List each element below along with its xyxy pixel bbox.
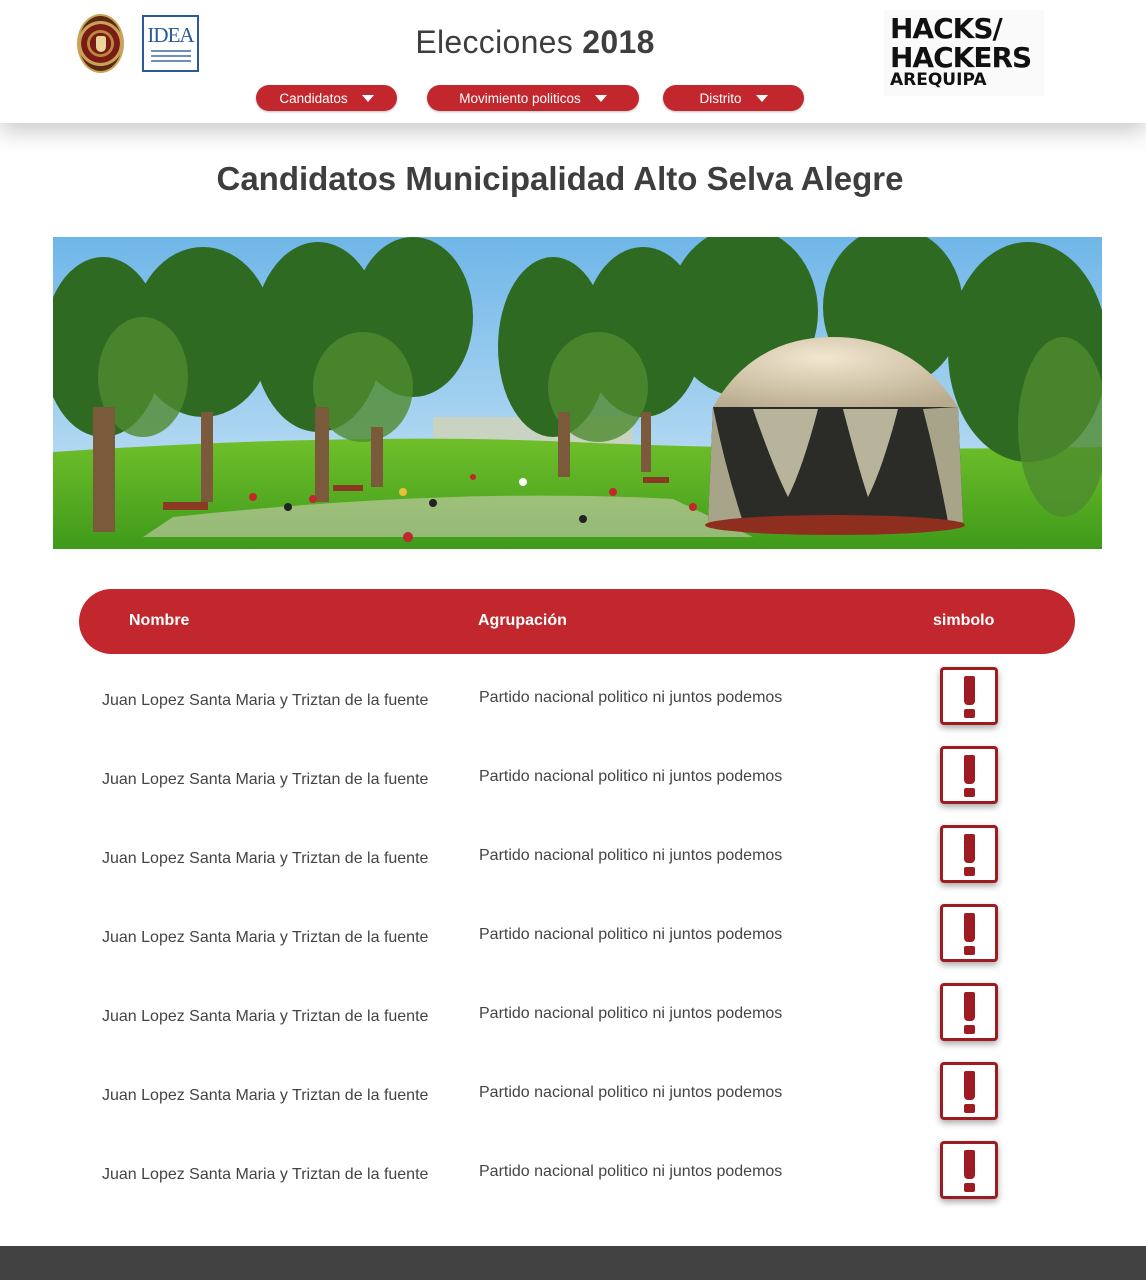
candidate-group: Partido nacional politico ni juntos pode… (479, 768, 783, 785)
column-header-agrupacion[interactable]: Agrupación (478, 612, 567, 630)
nav-dropdown-label: Distrito (699, 90, 742, 106)
candidate-name: Juan Lopez Santa Maria y Triztan de la f… (102, 1008, 429, 1025)
candidate-group: Partido nacional politico ni juntos pode… (479, 926, 783, 943)
exclamation-icon[interactable] (940, 1141, 998, 1199)
site-title: Elecciones 2018 (360, 24, 710, 61)
caret-down-icon (755, 94, 768, 102)
candidate-name: Juan Lopez Santa Maria y Triztan de la f… (102, 929, 429, 946)
candidate-group: Partido nacional politico ni juntos pode… (479, 689, 783, 706)
table-row[interactable]: Juan Lopez Santa Maria y Triztan de la f… (79, 659, 1075, 738)
candidate-group: Partido nacional politico ni juntos pode… (479, 1084, 783, 1101)
site-footer (0, 1246, 1146, 1280)
nav-dropdown-distrito[interactable]: Distrito (663, 85, 804, 111)
nav-dropdown-movimiento[interactable]: Movimiento politicos (427, 85, 639, 111)
idea-logo[interactable]: IDEA (142, 15, 199, 72)
table-row[interactable]: Juan Lopez Santa Maria y Triztan de la f… (79, 817, 1075, 896)
nav-dropdown-label: Movimiento politicos (459, 90, 581, 106)
nav-dropdown-label: Candidatos (279, 90, 348, 106)
caret-down-icon (361, 94, 374, 102)
candidate-name: Juan Lopez Santa Maria y Triztan de la f… (102, 692, 429, 709)
site-header: IDEA Elecciones 2018 Candidatos Movimien… (0, 0, 1146, 123)
page-title: Candidatos Municipalidad Alto Selva Aleg… (216, 160, 904, 197)
table-row[interactable]: Juan Lopez Santa Maria y Triztan de la f… (79, 738, 1075, 817)
candidate-name: Juan Lopez Santa Maria y Triztan de la f… (102, 1087, 429, 1104)
site-title-year: 2018 (582, 24, 655, 60)
hacks-hackers-logo[interactable]: HACKS/ HACKERS AREQUIPA (884, 10, 1044, 96)
exclamation-icon[interactable] (940, 1062, 998, 1120)
exclamation-icon[interactable] (940, 667, 998, 725)
column-header-simbolo[interactable]: simbolo (933, 612, 994, 630)
candidate-name: Juan Lopez Santa Maria y Triztan de la f… (102, 1166, 429, 1183)
candidate-name: Juan Lopez Santa Maria y Triztan de la f… (102, 771, 429, 788)
table-row[interactable]: Juan Lopez Santa Maria y Triztan de la f… (79, 975, 1075, 1054)
exclamation-icon[interactable] (940, 746, 998, 804)
column-header-nombre[interactable]: Nombre (129, 612, 189, 630)
park-illustration (53, 237, 1102, 549)
park-banner-image (53, 237, 1102, 549)
table-row[interactable]: Juan Lopez Santa Maria y Triztan de la f… (79, 1133, 1075, 1212)
table-row[interactable]: Juan Lopez Santa Maria y Triztan de la f… (79, 896, 1075, 975)
idea-logo-lines (150, 47, 191, 62)
nav-dropdown-candidatos[interactable]: Candidatos (256, 85, 397, 111)
candidate-group: Partido nacional politico ni juntos pode… (479, 847, 783, 864)
exclamation-icon[interactable] (940, 904, 998, 962)
hh-logo-line-3: AREQUIPA (890, 70, 987, 90)
candidates-table-header: Nombre Agrupación simbolo (79, 589, 1075, 654)
site-title-light: Elecciones (415, 24, 574, 60)
university-seal-logo[interactable] (77, 14, 124, 73)
idea-logo-text: IDEA (147, 23, 194, 47)
candidate-group: Partido nacional politico ni juntos pode… (479, 1163, 783, 1180)
exclamation-icon[interactable] (940, 825, 998, 883)
table-row[interactable]: Juan Lopez Santa Maria y Triztan de la f… (79, 1054, 1075, 1133)
candidate-name: Juan Lopez Santa Maria y Triztan de la f… (102, 850, 429, 867)
exclamation-icon[interactable] (940, 983, 998, 1041)
seal-emblem-icon (96, 36, 106, 52)
candidate-group: Partido nacional politico ni juntos pode… (479, 1005, 783, 1022)
caret-down-icon (594, 94, 607, 102)
